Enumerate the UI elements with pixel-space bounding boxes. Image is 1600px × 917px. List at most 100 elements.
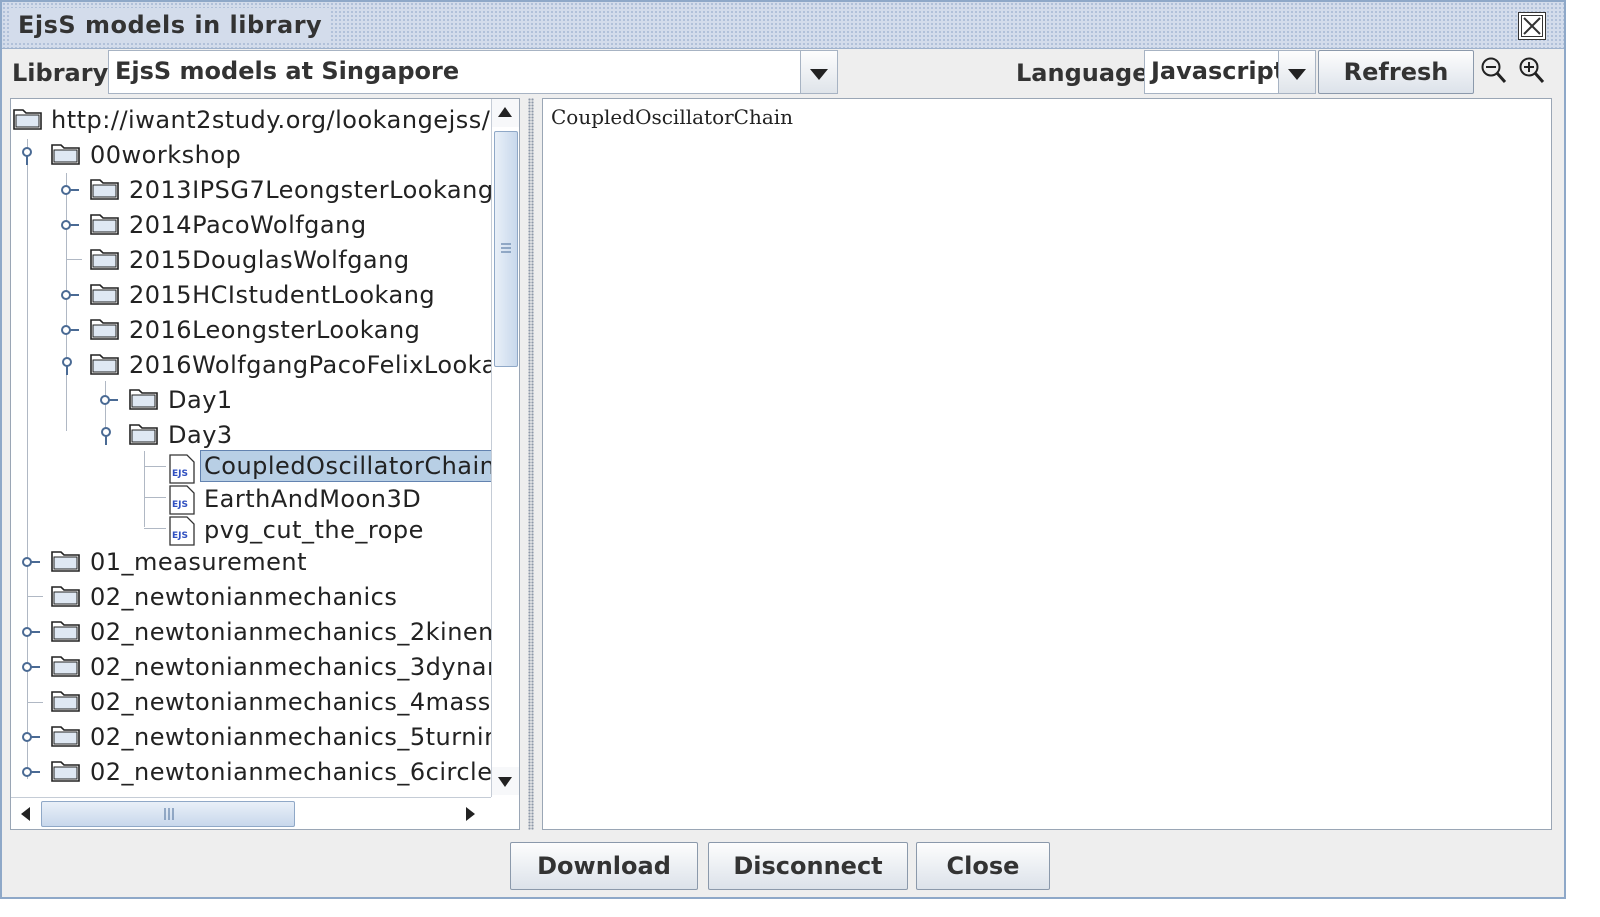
- folder-icon: [90, 249, 119, 270]
- collapsed-handle-icon[interactable]: [20, 552, 40, 572]
- tree-node-label: 2015DouglasWolfgang: [129, 246, 410, 274]
- collapsed-handle-icon[interactable]: [20, 762, 40, 782]
- collapsed-handle-icon[interactable]: [20, 727, 40, 747]
- chevron-down-icon[interactable]: [800, 50, 838, 94]
- refresh-button[interactable]: Refresh: [1318, 50, 1474, 94]
- folder-icon: [51, 656, 80, 677]
- scroll-down-icon[interactable]: [492, 767, 519, 795]
- folder-icon: [51, 586, 80, 607]
- download-button[interactable]: Download: [510, 842, 698, 890]
- tree-node-label: 02_newtonianmechanics_2kinematic: [90, 618, 520, 646]
- tree-node[interactable]: 2014PacoWolfgang: [11, 208, 491, 242]
- tree-node-label: Day1: [168, 386, 233, 414]
- tree-node[interactable]: 2015DouglasWolfgang: [11, 243, 491, 277]
- title-bar[interactable]: EjsS models in library: [2, 2, 1564, 49]
- language-label: Language:: [1016, 59, 1159, 87]
- collapsed-handle-icon[interactable]: [20, 657, 40, 677]
- tree-node[interactable]: 01_measurement: [11, 545, 491, 579]
- close-button[interactable]: Close: [916, 842, 1050, 890]
- chevron-down-icon[interactable]: [1278, 50, 1316, 94]
- collapsed-handle-icon[interactable]: [98, 390, 118, 410]
- scroll-left-icon[interactable]: [15, 804, 35, 824]
- scroll-up-icon[interactable]: [492, 99, 519, 127]
- folder-icon: [51, 761, 80, 782]
- disconnect-button[interactable]: Disconnect: [708, 842, 908, 890]
- tree-node-day1[interactable]: Day1: [11, 383, 491, 417]
- tree-file[interactable]: EJS pvg_cut_the_rope: [11, 513, 491, 547]
- tree-node-label: pvg_cut_the_rope: [204, 516, 424, 544]
- tree-node[interactable]: 2015HCIstudentLookang: [11, 278, 491, 312]
- expanded-handle-icon[interactable]: [98, 425, 118, 445]
- language-select[interactable]: Javascript: [1144, 50, 1316, 94]
- folder-icon: [51, 144, 80, 165]
- zoom-in-icon[interactable]: [1518, 56, 1546, 86]
- tree-file-selected[interactable]: EJS CoupledOscillatorChain: [11, 450, 500, 485]
- tree-vertical-scrollbar[interactable]: [491, 99, 519, 797]
- collapsed-handle-icon[interactable]: [59, 215, 79, 235]
- tree-node-label: 00workshop: [90, 141, 242, 169]
- model-details-panel: CoupledOscillatorChain: [542, 98, 1552, 830]
- collapsed-handle-icon[interactable]: [59, 320, 79, 340]
- window-title: EjsS models in library: [10, 8, 331, 42]
- ejss-file-icon: EJS: [169, 516, 195, 546]
- model-details-text: CoupledOscillatorChain: [551, 105, 794, 129]
- tree-node[interactable]: 02_newtonianmechanics_2kinematic: [11, 615, 519, 649]
- collapsed-handle-icon[interactable]: [59, 180, 79, 200]
- tree-node-label: CoupledOscillatorChain: [200, 450, 500, 482]
- folder-icon: [51, 551, 80, 572]
- tree-node-label: 02_newtonianmechanics: [90, 583, 398, 611]
- tree-node-label: Day3: [168, 421, 233, 449]
- ejss-file-icon: EJS: [169, 454, 195, 484]
- folder-icon: [90, 284, 119, 305]
- tree-node[interactable]: 02_newtonianmechanics_6circle: [11, 755, 492, 789]
- tree-horizontal-scrollbar[interactable]: [11, 797, 491, 829]
- tree-node[interactable]: 2013IPSG7LeongsterLookang: [11, 173, 493, 207]
- library-label: Library:: [12, 59, 118, 87]
- ejss-file-icon: EJS: [169, 485, 195, 515]
- scroll-thumb[interactable]: [494, 131, 518, 367]
- tree-node-label: 2016LeongsterLookang: [129, 316, 421, 344]
- folder-icon: [90, 179, 119, 200]
- expanded-handle-icon[interactable]: [59, 355, 79, 375]
- library-select[interactable]: EjsS models at Singapore: [108, 50, 838, 94]
- tree-node-label: 2015HCIstudentLookang: [129, 281, 436, 309]
- folder-icon: [51, 621, 80, 642]
- svg-text:EJS: EJS: [172, 500, 188, 510]
- language-select-value: Javascript: [1151, 57, 1286, 85]
- scroll-right-icon[interactable]: [461, 804, 481, 824]
- zoom-out-icon[interactable]: [1480, 56, 1508, 86]
- models-library-dialog: EjsS models in library Library: EjsS mod…: [0, 0, 1566, 899]
- tree-node[interactable]: 2016WolfgangPacoFelixLookang: [11, 348, 519, 382]
- tree-node[interactable]: 02_newtonianmechanics_3dynamics: [11, 650, 519, 684]
- split-pane-divider[interactable]: [524, 98, 538, 830]
- tree-node-label: 2016WolfgangPacoFelixLookang: [129, 351, 520, 379]
- collapsed-handle-icon[interactable]: [59, 285, 79, 305]
- folder-icon: [51, 691, 80, 712]
- tree-file[interactable]: EJS EarthAndMoon3D: [11, 482, 491, 516]
- tree-node-label: 01_measurement: [90, 548, 307, 576]
- tree-node-label: http://iwant2study.org/lookangejss/: [51, 106, 491, 134]
- folder-icon: [90, 214, 119, 235]
- tree-node[interactable]: 2016LeongsterLookang: [11, 313, 491, 347]
- folder-icon: [13, 109, 42, 130]
- folder-icon: [51, 726, 80, 747]
- tree-node-day3[interactable]: Day3: [11, 418, 491, 452]
- close-icon[interactable]: [1518, 12, 1546, 40]
- tree-node-label: 02_newtonianmechanics_4massweig: [90, 688, 520, 716]
- tree-node[interactable]: 02_newtonianmechanics_4massweig: [11, 685, 519, 719]
- library-tree[interactable]: http://iwant2study.org/lookangejss/ 00wo…: [10, 98, 520, 830]
- tree-node-label: 2014PacoWolfgang: [129, 211, 367, 239]
- tree-root[interactable]: http://iwant2study.org/lookangejss/: [11, 103, 491, 137]
- tree-node[interactable]: 02_newtonianmechanics_5turningeff: [11, 720, 519, 754]
- tree-node-label: EarthAndMoon3D: [204, 485, 422, 513]
- scroll-thumb[interactable]: [41, 801, 295, 827]
- tree-node-label: 02_newtonianmechanics_5turningeff: [90, 723, 520, 751]
- tree-node-label: 02_newtonianmechanics_3dynamics: [90, 653, 520, 681]
- tree-node[interactable]: 02_newtonianmechanics: [11, 580, 491, 614]
- folder-icon: [90, 354, 119, 375]
- tree-node-00workshop[interactable]: 00workshop: [11, 138, 491, 172]
- folder-icon: [129, 424, 158, 445]
- svg-text:EJS: EJS: [172, 531, 188, 541]
- collapsed-handle-icon[interactable]: [20, 622, 40, 642]
- expanded-handle-icon[interactable]: [19, 145, 39, 165]
